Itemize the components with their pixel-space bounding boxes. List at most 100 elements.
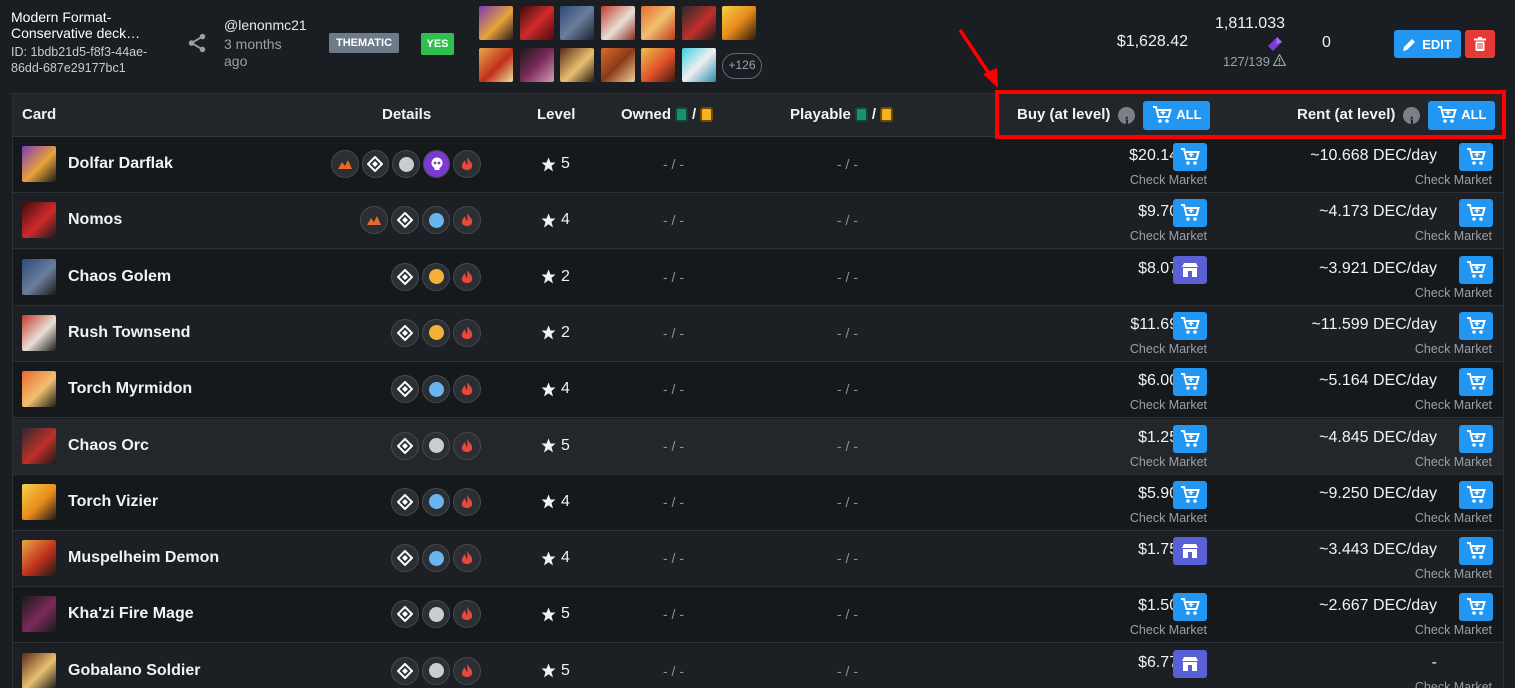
more-cards-pill[interactable]: +126 [722, 53, 762, 79]
card-thumbnail[interactable] [722, 6, 756, 40]
rent-check-market-link[interactable]: Check Market [1415, 173, 1492, 187]
rent-cart-button[interactable] [1459, 311, 1493, 340]
table-row[interactable]: Rush Townsend 2- / -- / - $11.698 Check Mar… [13, 305, 1503, 362]
rent-check-market-link[interactable]: Check Market [1415, 342, 1492, 356]
rent-cart-button[interactable] [1459, 480, 1493, 509]
card-thumbnail[interactable] [641, 48, 675, 82]
rent-check-market-link[interactable]: Check Market [1415, 567, 1492, 581]
table-row[interactable]: Torch Myrmidon 4- / -- / - $6.000 Check Mar… [13, 362, 1503, 419]
rent-check-market-link[interactable]: Check Market [1415, 286, 1492, 300]
buy-cart-button[interactable] [1173, 199, 1207, 228]
rent-cart-button[interactable] [1459, 199, 1493, 228]
buy-cart-button[interactable] [1173, 593, 1207, 622]
rent-check-market-link[interactable]: Check Market [1415, 398, 1492, 412]
column-card[interactable]: Card [22, 106, 56, 123]
card-details [331, 206, 481, 235]
table-row[interactable]: Muspelheim Demon 4- / -- / - $1.755 ~3.443 … [13, 531, 1503, 588]
buy-cart-button[interactable] [1173, 424, 1207, 453]
table-row[interactable]: Kha'zi Fire Mage 5- / -- / - $1.500 Check M… [13, 587, 1503, 644]
card-name[interactable]: Muspelheim Demon [68, 549, 219, 567]
rent-check-market-link[interactable]: Check Market [1415, 680, 1492, 688]
card-name[interactable]: Torch Vizier [68, 493, 158, 511]
trash-icon [1474, 37, 1486, 51]
buy-cart-button[interactable] [1173, 480, 1207, 509]
buy-check-market-link[interactable]: Check Market [1130, 511, 1207, 525]
column-level[interactable]: Level [537, 106, 575, 123]
card-name[interactable]: Kha'zi Fire Mage [68, 605, 194, 623]
buy-cart-button[interactable] [1173, 143, 1207, 171]
buy-check-market-link[interactable]: Check Market [1130, 398, 1207, 412]
card-thumbnail[interactable] [520, 48, 554, 82]
ability-dot-icon [422, 600, 450, 629]
ability-dot-icon [422, 262, 450, 291]
card-name[interactable]: Nomos [68, 211, 122, 229]
table-row[interactable]: Gobalano Soldier 5- / -- / - $6.772- Check … [13, 643, 1503, 688]
card-thumbnail[interactable] [560, 48, 594, 82]
table-row[interactable]: Nomos 4- / -- / - $9.700 Check Market ~4.173… [13, 193, 1503, 250]
card-name[interactable]: Rush Townsend [68, 324, 190, 342]
rent-cart-button[interactable] [1459, 593, 1493, 622]
card-name[interactable]: Gobalano Soldier [68, 662, 200, 680]
card-thumbnail[interactable] [601, 6, 635, 40]
rent-cart-button[interactable] [1459, 255, 1493, 284]
card-level-value: 5 [561, 605, 570, 623]
card-name[interactable]: Dolfar Darflak [68, 155, 173, 173]
card-thumbnail[interactable] [641, 6, 675, 40]
card-avatar [22, 596, 56, 633]
table-row[interactable]: Chaos Golem 2- / -- / - $8.077 ~3.921 DEC/d… [13, 249, 1503, 306]
marketplace-button[interactable] [1173, 255, 1207, 284]
deck-title[interactable]: Modern Format- Conservative deck… [11, 9, 171, 41]
star-icon [541, 325, 556, 340]
marketplace-button[interactable] [1173, 649, 1207, 678]
rent-cart-button[interactable] [1459, 368, 1493, 397]
rent-check-market-link[interactable]: Check Market [1415, 623, 1492, 637]
rent-cart-button[interactable] [1459, 143, 1493, 171]
rent-cart-button[interactable] [1459, 424, 1493, 453]
card-avatar [22, 427, 56, 464]
card-thumbnail[interactable] [479, 48, 513, 82]
buy-check-market-link[interactable]: Check Market [1130, 229, 1207, 243]
buy-check-market-link[interactable]: Check Market [1130, 623, 1207, 637]
author-link[interactable]: @lenonmc21 [224, 17, 307, 33]
card-thumbnail[interactable] [560, 6, 594, 40]
fire-element-icon [453, 150, 481, 178]
buy-check-market-link[interactable]: Check Market [1130, 173, 1207, 187]
card-thumbnail[interactable] [601, 48, 635, 82]
marketplace-button[interactable] [1173, 537, 1207, 566]
buy-cart-button[interactable] [1173, 368, 1207, 397]
table-row[interactable]: Dolfar Darflak 5- / -- / - $20.142 Check Ma… [13, 137, 1503, 193]
star-icon [541, 382, 556, 397]
cart-icon [1467, 260, 1486, 278]
card-name[interactable]: Chaos Orc [68, 437, 149, 455]
column-playable[interactable]: Playable / [790, 106, 894, 123]
annotation-arrow [958, 29, 998, 88]
column-details: Details [382, 106, 432, 123]
rent-cart-button[interactable] [1459, 537, 1493, 566]
playable-value: - / - [837, 437, 858, 454]
card-details [331, 375, 481, 404]
rent-check-market-link[interactable]: Check Market [1415, 229, 1492, 243]
playable-value: - / - [837, 662, 858, 679]
buy-check-market-link[interactable]: Check Market [1130, 342, 1207, 356]
share-icon[interactable] [186, 32, 208, 54]
cart-icon [1181, 316, 1200, 334]
card-name[interactable]: Chaos Golem [68, 268, 171, 286]
edit-button[interactable]: EDIT [1394, 30, 1461, 58]
column-owned[interactable]: Owned / [621, 106, 714, 123]
buy-cart-button[interactable] [1173, 311, 1207, 340]
card-thumbnail[interactable] [682, 48, 716, 82]
playable-value: - / - [837, 606, 858, 623]
card-thumbnail[interactable] [520, 6, 554, 40]
card-thumbnail[interactable] [479, 6, 513, 40]
card-thumbnail[interactable] [682, 6, 716, 40]
rent-check-market-link[interactable]: Check Market [1415, 511, 1492, 525]
table-row[interactable]: Torch Vizier 4- / -- / - $5.909 Check Marke… [13, 474, 1503, 531]
rent-check-market-link[interactable]: Check Market [1415, 455, 1492, 469]
playable-value: - / - [837, 268, 858, 285]
cart-icon [1181, 148, 1200, 165]
table-row[interactable]: Chaos Orc 5- / -- / - $1.259 Check Market ~4… [13, 418, 1503, 475]
buy-check-market-link[interactable]: Check Market [1130, 455, 1207, 469]
owned-value: - / - [663, 550, 684, 567]
card-name[interactable]: Torch Myrmidon [68, 380, 192, 398]
delete-button[interactable] [1465, 30, 1495, 58]
